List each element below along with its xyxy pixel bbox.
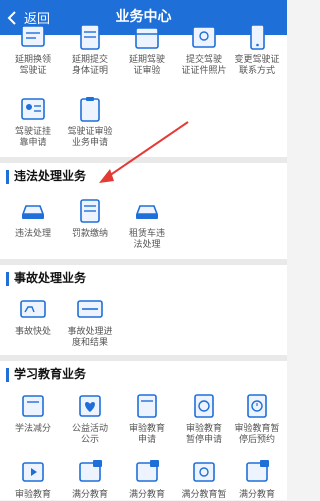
car-icon — [21, 205, 45, 219]
car-key-icon — [135, 205, 159, 219]
service-label: 审验教育 暂停申请 — [185, 424, 222, 445]
section-title: 违法处理业务 — [14, 169, 87, 183]
photo-icon — [192, 26, 216, 48]
pause-doc-icon — [194, 394, 214, 418]
service-label: 审验教育暂 停后预约 — [234, 424, 280, 445]
service-label: 变更驾驶证 联系方式 — [234, 55, 280, 76]
service-label: 事故快处 — [14, 327, 51, 337]
section-accent-bar — [6, 272, 9, 286]
clock-12-icon — [193, 462, 215, 482]
service-license-attach[interactable]: 驾驶证挂 靠申请 — [4, 94, 62, 149]
section-accent-bar — [6, 368, 9, 382]
service-label: 满分教育 — [238, 490, 275, 500]
service-audit-edu-booking[interactable]: 审验教育暂 停后预约 — [228, 391, 286, 446]
service-study-deduct[interactable]: 学法减分 — [4, 391, 62, 435]
phone-icon — [250, 24, 265, 50]
service-audit-edu-pause[interactable]: 审验教育 暂停申请 — [175, 391, 233, 446]
service-delay-audit[interactable]: 延期驾驶 证审验 — [118, 22, 176, 77]
id-card-icon — [21, 98, 45, 120]
service-label: 事故处理进 度和结果 — [67, 327, 113, 348]
license-card-icon — [21, 25, 45, 47]
service-label: 延期驾驶 证审验 — [128, 55, 165, 76]
progress-icon — [77, 300, 103, 318]
section-title: 学习教育业务 — [14, 367, 87, 381]
section-accent-bar — [6, 170, 9, 184]
service-label: 驾驶证审验 业务申请 — [67, 127, 113, 148]
service-label: 学法减分 — [14, 424, 51, 434]
service-label: 罚款缴纳 — [71, 229, 108, 239]
form-icon — [137, 394, 157, 418]
service-label: 满分教育 — [71, 490, 108, 500]
receipt-icon — [80, 199, 100, 223]
heart-icon — [79, 395, 101, 417]
service-rental-violation[interactable]: 租赁车违 法处理 — [118, 196, 176, 251]
service-label: 审验教育 — [14, 490, 51, 500]
section-header-education: 学习教育业务 — [0, 355, 287, 387]
service-label: 满分教育 — [128, 490, 165, 500]
service-label: 驾驶证挂 靠申请 — [14, 127, 51, 148]
service-accident-quick[interactable]: 事故快处 — [4, 294, 62, 338]
section-header-violation: 违法处理业务 — [0, 157, 287, 189]
service-full-score-edu-pause[interactable]: 满分教育暂 — [175, 457, 233, 501]
service-label: 满分教育暂 — [181, 490, 227, 500]
service-change-contact[interactable]: 变更驾驶证 联系方式 — [228, 22, 286, 77]
service-label: 审验教育 申请 — [128, 424, 165, 445]
service-label: 延期换领 驾驶证 — [14, 55, 51, 76]
service-violation-handle[interactable]: 违法处理 — [4, 196, 62, 240]
section-title: 事故处理业务 — [14, 271, 87, 285]
clock-doc-icon — [247, 394, 267, 418]
book-12-icon — [136, 460, 159, 482]
section-header-accident: 事故处理业务 — [0, 259, 287, 291]
video-icon — [22, 462, 44, 482]
clipboard-icon — [80, 97, 100, 122]
accident-icon — [20, 300, 46, 318]
service-submit-photo[interactable]: 提交驾驶 证证件照片 — [175, 22, 233, 77]
service-fine-payment[interactable]: 罚款缴纳 — [61, 196, 119, 240]
book-12-icon — [79, 460, 102, 482]
service-label: 租赁车违 法处理 — [128, 229, 165, 250]
service-audit-edu-apply[interactable]: 审验教育 申请 — [118, 391, 176, 446]
service-full-score-edu-2[interactable]: 满分教育 — [118, 457, 176, 501]
service-health-proof[interactable]: 延期提交 身体证明 — [61, 22, 119, 77]
service-license-audit[interactable]: 驾驶证审验 业务申请 — [61, 94, 119, 149]
document-icon — [80, 24, 100, 50]
book-12-icon — [246, 460, 269, 482]
service-label: 提交驾驶 证证件照片 — [181, 55, 227, 76]
service-renew-license[interactable]: 延期换领 驾驶证 — [4, 22, 62, 77]
service-label: 公益活动 公示 — [71, 424, 108, 445]
service-label: 延期提交 身体证明 — [71, 55, 108, 76]
book-icon — [22, 395, 44, 417]
service-full-score-edu-3[interactable]: 满分教育 — [228, 457, 286, 501]
service-audit-edu[interactable]: 审验教育 — [4, 457, 62, 501]
calendar-icon — [135, 27, 159, 49]
service-label: 违法处理 — [14, 229, 51, 239]
service-charity-notice[interactable]: 公益活动 公示 — [61, 391, 119, 446]
service-accident-progress[interactable]: 事故处理进 度和结果 — [61, 294, 119, 349]
service-full-score-edu-1[interactable]: 满分教育 — [61, 457, 119, 501]
